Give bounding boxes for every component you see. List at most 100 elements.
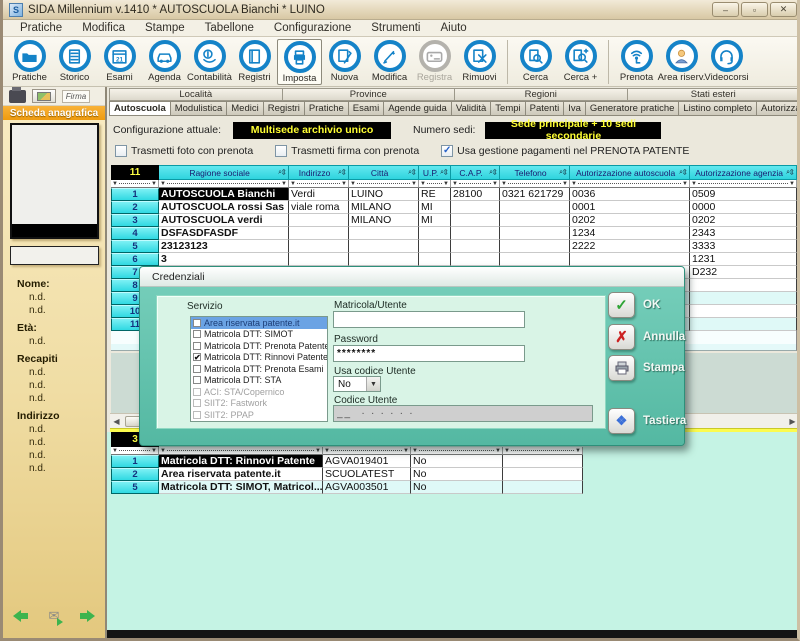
toolbar-button-pratiche[interactable]: Pratiche bbox=[7, 39, 52, 83]
table-cell[interactable]: 3333 bbox=[690, 240, 797, 253]
table-cell[interactable]: AUTOSCUOLA verdi bbox=[159, 214, 289, 227]
table-cell[interactable] bbox=[289, 240, 349, 253]
maximize-button[interactable]: ▫ bbox=[741, 2, 768, 17]
print-icon[interactable] bbox=[9, 90, 26, 103]
table-cell[interactable] bbox=[451, 214, 500, 227]
tab-agende-guida[interactable]: Agende guida bbox=[384, 101, 452, 116]
service-checkbox-icon[interactable] bbox=[193, 319, 201, 327]
checkbox-icon[interactable] bbox=[275, 145, 287, 157]
table-cell[interactable] bbox=[419, 240, 451, 253]
checkbox-trasmetti-firma-con-prenota[interactable]: Trasmetti firma con prenota bbox=[275, 145, 419, 157]
service-item-area-riservata-patente-it[interactable]: Area riservata patente.it bbox=[191, 317, 327, 329]
row-number[interactable]: 4 bbox=[111, 227, 159, 240]
table-cell[interactable] bbox=[289, 253, 349, 266]
table-cell[interactable] bbox=[349, 253, 419, 266]
table-cell[interactable]: 0509 bbox=[690, 188, 797, 201]
toolbar-button-cerca[interactable]: Cerca bbox=[513, 39, 558, 83]
table-cell[interactable] bbox=[503, 468, 583, 481]
toolbar-button-rimuovi[interactable]: Rimuovi bbox=[457, 39, 502, 83]
toolbar-button-area-riserv-[interactable]: Area riserv. bbox=[659, 39, 704, 83]
prev-record-button[interactable] bbox=[13, 610, 28, 622]
table-cell[interactable]: MILANO bbox=[349, 201, 419, 214]
row-number[interactable]: 2 bbox=[111, 468, 159, 481]
filter-cell[interactable]: ▼▼ bbox=[111, 447, 159, 455]
filter-cell[interactable]: ▼▼ bbox=[570, 180, 690, 188]
filter-cell[interactable]: ▼▼ bbox=[349, 180, 419, 188]
tastiera-button[interactable]: ❖ Tastiera bbox=[608, 408, 686, 434]
menu-item-configurazione[interactable]: Configurazione bbox=[265, 21, 360, 35]
tab-group-regioni[interactable]: Regioni bbox=[455, 88, 628, 101]
table-cell[interactable]: 0202 bbox=[570, 214, 690, 227]
table-cell[interactable]: No bbox=[411, 481, 503, 494]
toolbar-button-prenota[interactable]: Prenota bbox=[614, 39, 659, 83]
toolbar-button-agenda[interactable]: Agenda bbox=[142, 39, 187, 83]
table-cell[interactable]: MI bbox=[419, 214, 451, 227]
tab-pratiche[interactable]: Pratiche bbox=[305, 101, 349, 116]
filter-cell[interactable]: ▼▼ bbox=[419, 180, 451, 188]
table-cell[interactable]: MI bbox=[419, 201, 451, 214]
table-cell[interactable] bbox=[451, 253, 500, 266]
table-cell[interactable] bbox=[690, 292, 797, 305]
service-item-matricola-dtt-prenota-esami[interactable]: Matricola DTT: Prenota Esami bbox=[191, 363, 327, 375]
close-button[interactable]: ✕ bbox=[770, 2, 797, 17]
service-checkbox-icon[interactable] bbox=[193, 330, 201, 338]
send-mail-button[interactable]: ✉ bbox=[49, 608, 60, 624]
scroll-right-icon[interactable]: ▶ bbox=[786, 415, 799, 428]
toolbar-button-modifica[interactable]: Modifica bbox=[367, 39, 412, 83]
table-cell[interactable]: Matricola DTT: SIMOT, Matricol... bbox=[159, 481, 323, 494]
minimize-button[interactable]: – bbox=[712, 2, 739, 17]
column-header-2[interactable]: Città⌕⇕ bbox=[349, 165, 419, 180]
menu-item-modifica[interactable]: Modifica bbox=[73, 21, 134, 35]
filter-sort-icon[interactable]: ⌕⇕ bbox=[559, 169, 567, 177]
menu-item-strumenti[interactable]: Strumenti bbox=[362, 21, 429, 35]
usa-codice-dropdown[interactable]: No ▼ bbox=[333, 376, 381, 392]
row-number[interactable]: 5 bbox=[111, 481, 159, 494]
table-cell[interactable] bbox=[690, 279, 797, 292]
service-checkbox-icon[interactable] bbox=[193, 365, 201, 373]
tab-patenti[interactable]: Patenti bbox=[526, 101, 565, 116]
tab-medici[interactable]: Medici bbox=[227, 101, 263, 116]
menu-item-pratiche[interactable]: Pratiche bbox=[11, 21, 71, 35]
filter-cell[interactable]: ▼▼ bbox=[503, 447, 583, 455]
dropdown-arrow-icon[interactable]: ▼ bbox=[366, 377, 380, 391]
filter-cell[interactable]: ▼▼ bbox=[159, 447, 323, 455]
service-item-matricola-dtt-sta[interactable]: Matricola DTT: STA bbox=[191, 375, 327, 387]
row-number[interactable]: 1 bbox=[111, 188, 159, 201]
tab-iva[interactable]: Iva bbox=[564, 101, 586, 116]
table-cell[interactable]: 23123123 bbox=[159, 240, 289, 253]
table-cell[interactable] bbox=[500, 201, 570, 214]
toolbar-button-contabilit-[interactable]: Contabilità bbox=[187, 39, 232, 83]
table-cell[interactable] bbox=[503, 481, 583, 494]
service-item-matricola-dtt-rinnovi-patente[interactable]: ✔ Matricola DTT: Rinnovi Patente bbox=[191, 352, 327, 364]
tab-listino-completo[interactable]: Listino completo bbox=[679, 101, 757, 116]
ok-button[interactable]: ✓ OK bbox=[608, 292, 660, 318]
filter-sort-icon[interactable]: ⌕⇕ bbox=[786, 169, 794, 177]
column-header-3[interactable]: U.P.⌕⇕ bbox=[419, 165, 451, 180]
table-cell[interactable]: 0202 bbox=[690, 214, 797, 227]
tab-group-stati-esteri[interactable]: Stati esteri bbox=[628, 88, 800, 101]
tab-modulistica[interactable]: Modulistica bbox=[171, 101, 228, 116]
table-cell[interactable] bbox=[690, 318, 797, 331]
table-cell[interactable]: 3 bbox=[159, 253, 289, 266]
table-row[interactable]: 2AUTOSCUOLA rossi Sasviale romaMILANOMI0… bbox=[111, 201, 797, 214]
table-cell[interactable] bbox=[500, 214, 570, 227]
filter-cell[interactable]: ▼▼ bbox=[289, 180, 349, 188]
table-cell[interactable]: SCUOLATEST bbox=[323, 468, 411, 481]
table-cell[interactable] bbox=[349, 227, 419, 240]
photo-placeholder[interactable] bbox=[10, 123, 99, 239]
servizio-listbox[interactable]: Area riservata patente.it Matricola DTT:… bbox=[190, 316, 328, 422]
service-checkbox-icon[interactable]: ✔ bbox=[193, 353, 201, 361]
toolbar-button-esami[interactable]: 21 Esami bbox=[97, 39, 142, 83]
filter-sort-icon[interactable]: ⌕⇕ bbox=[408, 169, 416, 177]
toolbar-button-videocorsi[interactable]: Videocorsi bbox=[704, 39, 749, 83]
password-input[interactable] bbox=[333, 345, 525, 362]
table-cell[interactable] bbox=[451, 201, 500, 214]
table-row[interactable]: 5Matricola DTT: SIMOT, Matricol...AGVA00… bbox=[111, 481, 583, 494]
filter-cell[interactable]: ▼▼ bbox=[411, 447, 503, 455]
table-cell[interactable]: viale roma bbox=[289, 201, 349, 214]
table-cell[interactable]: RE bbox=[419, 188, 451, 201]
toolbar-button-storico[interactable]: Storico bbox=[52, 39, 97, 83]
table-cell[interactable]: Verdi bbox=[289, 188, 349, 201]
table-cell[interactable] bbox=[419, 253, 451, 266]
next-record-button[interactable] bbox=[80, 610, 95, 622]
